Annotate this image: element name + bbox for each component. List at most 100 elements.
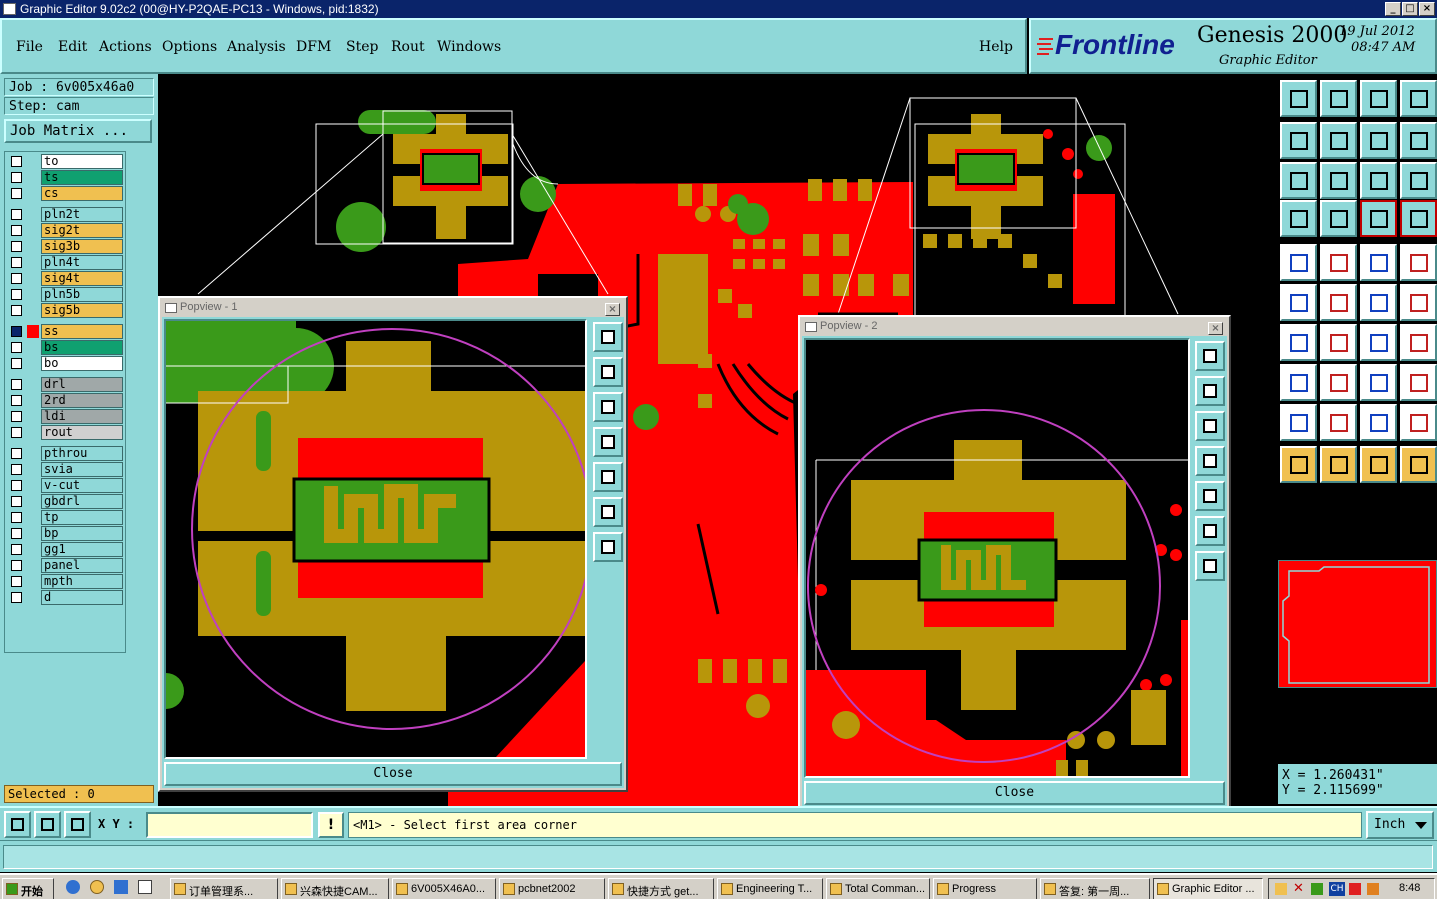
popview-2-close-x[interactable]: × — [1208, 322, 1223, 335]
popview-zoom-out-button[interactable] — [593, 532, 623, 562]
layer-row-bs[interactable]: bs — [7, 340, 125, 355]
popview-pan-left-button[interactable] — [1195, 446, 1225, 476]
close-button[interactable]: × — [1419, 2, 1435, 16]
layer-name[interactable]: sig3b — [41, 239, 123, 254]
layer-row-d[interactable]: d — [7, 590, 125, 605]
layer-name[interactable]: tp — [41, 510, 123, 525]
layer-checkbox[interactable] — [11, 273, 22, 284]
layer-checkbox[interactable] — [11, 411, 22, 422]
polygon-b-button[interactable] — [1320, 404, 1357, 441]
taskbar-item[interactable]: 6V005X46A0... — [392, 878, 496, 899]
arc-button[interactable] — [1360, 324, 1397, 361]
layer-row-sig2t[interactable]: sig2t — [7, 223, 125, 238]
grid-button[interactable] — [1320, 200, 1357, 237]
layer-row-pln5b[interactable]: pln5b — [7, 287, 125, 302]
popview-zoom-fit-button[interactable] — [593, 322, 623, 352]
units-selector[interactable]: Inch — [1366, 811, 1434, 839]
layer-checkbox[interactable] — [11, 188, 22, 199]
polygon-a-button[interactable] — [1280, 404, 1317, 441]
select-touch-button[interactable] — [1360, 446, 1397, 483]
ie-icon[interactable] — [66, 880, 80, 894]
slot-button[interactable] — [1320, 364, 1357, 401]
layer-row-pln2t[interactable]: pln2t — [7, 207, 125, 222]
layer-name[interactable]: pthrou — [41, 446, 123, 461]
tray-s-icon[interactable] — [1349, 883, 1361, 895]
layer-name[interactable]: panel — [41, 558, 123, 573]
layer-name[interactable]: pln2t — [41, 207, 123, 222]
taskbar-item[interactable]: Engineering T... — [717, 878, 823, 899]
taskbar-item[interactable]: 答复: 第一周... — [1040, 878, 1150, 899]
layer-name[interactable]: bo — [41, 356, 123, 371]
layer-checkbox[interactable] — [11, 427, 22, 438]
add-circle-button[interactable] — [1400, 244, 1437, 281]
notepad-icon[interactable] — [138, 880, 152, 894]
taskbar-item[interactable]: 订单管理系... — [170, 878, 278, 899]
menu-edit[interactable]: Edit — [58, 39, 87, 55]
surface-button[interactable] — [1280, 364, 1317, 401]
layer-checkbox[interactable] — [11, 395, 22, 406]
add-vertex-button[interactable] — [1360, 284, 1397, 321]
menu-actions[interactable]: Actions — [99, 39, 152, 55]
layer-name[interactable]: v-cut — [41, 478, 123, 493]
layer-checkbox[interactable] — [11, 241, 22, 252]
tool-settings-button[interactable] — [1280, 200, 1317, 237]
tray-green-icon[interactable] — [1311, 883, 1323, 895]
layer-checkbox[interactable] — [11, 560, 22, 571]
tray-lang-indicator[interactable]: CH — [1329, 882, 1345, 896]
zoom-area-button[interactable] — [4, 811, 31, 838]
layer-checkbox[interactable] — [11, 326, 22, 337]
menu-options[interactable]: Options — [162, 39, 217, 55]
menu-dfm[interactable]: DFM — [296, 39, 331, 55]
tray-pen-icon[interactable] — [1275, 883, 1287, 895]
popview-1-close-x[interactable]: × — [605, 303, 620, 316]
layer-name[interactable]: mpth — [41, 574, 123, 589]
layer-checkbox[interactable] — [11, 289, 22, 300]
measure-button[interactable] — [34, 811, 61, 838]
layer-name[interactable]: pln5b — [41, 287, 123, 302]
menu-step[interactable]: Step — [346, 39, 378, 55]
taskbar-item[interactable]: Total Comman... — [826, 878, 930, 899]
layer-row-v-cut[interactable]: v-cut — [7, 478, 125, 493]
add-pad-button[interactable] — [1280, 244, 1317, 281]
popview-zoom-in-button[interactable] — [593, 497, 623, 527]
menu-help[interactable]: Help — [979, 39, 1013, 55]
layer-checkbox[interactable] — [11, 528, 22, 539]
layer-checkbox[interactable] — [11, 257, 22, 268]
layer-row-gg1[interactable]: gg1 — [7, 542, 125, 557]
help-button[interactable] — [1400, 162, 1437, 199]
job-matrix-button[interactable]: Job Matrix ... — [4, 119, 152, 143]
layer-checkbox[interactable] — [11, 172, 22, 183]
overview-map[interactable] — [1278, 560, 1437, 688]
layer-name[interactable]: pln4t — [41, 255, 123, 270]
xy-input[interactable] — [146, 812, 313, 838]
center-button[interactable] — [1320, 162, 1357, 199]
layer-row-svia[interactable]: svia — [7, 462, 125, 477]
dimension-button[interactable] — [1360, 364, 1397, 401]
layer-checkbox[interactable] — [11, 512, 22, 523]
swap-button[interactable] — [1360, 122, 1397, 159]
popview-pan-down-button[interactable] — [593, 392, 623, 422]
node-button[interactable] — [1400, 364, 1437, 401]
layer-name[interactable]: sig5b — [41, 303, 123, 318]
menu-analysis[interactable]: Analysis — [227, 39, 286, 55]
warning-button[interactable]: ! — [318, 812, 344, 838]
layer-checkbox[interactable] — [11, 305, 22, 316]
layer-name[interactable]: bs — [41, 340, 123, 355]
route-select-button[interactable] — [1400, 446, 1437, 483]
layer-row-ss[interactable]: ss — [7, 324, 125, 339]
layer-name[interactable]: bp — [41, 526, 123, 541]
layer-name[interactable]: svia — [41, 462, 123, 477]
layer-checkbox[interactable] — [11, 576, 22, 587]
menu-windows[interactable]: Windows — [437, 39, 501, 55]
popview-zoom-in-button[interactable] — [1195, 516, 1225, 546]
popview-zoom-out-button[interactable] — [1195, 551, 1225, 581]
layer-select-button[interactable] — [1360, 200, 1397, 237]
layer-name[interactable]: sig2t — [41, 223, 123, 238]
pan-right-button[interactable] — [1320, 122, 1357, 159]
taskbar-item[interactable]: 快捷方式 get... — [608, 878, 714, 899]
taskbar-item[interactable]: 兴森快捷CAM... — [281, 878, 389, 899]
maximize-button[interactable]: □ — [1402, 2, 1418, 16]
layer-checkbox[interactable] — [11, 209, 22, 220]
popview-pan-down-button[interactable] — [1195, 411, 1225, 441]
layer-row-pln4t[interactable]: pln4t — [7, 255, 125, 270]
